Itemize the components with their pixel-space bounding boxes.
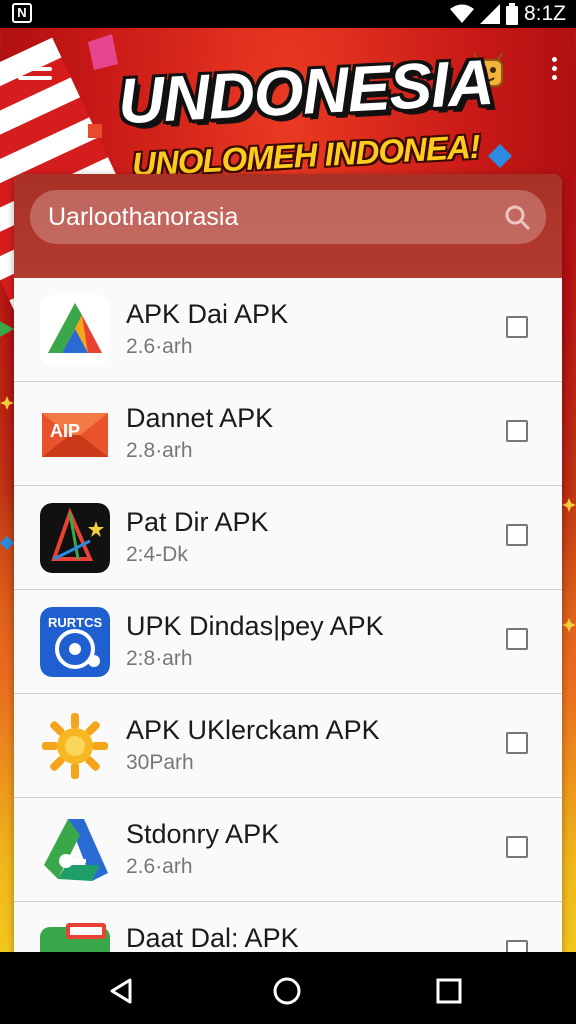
notification-icon: N xyxy=(12,3,32,23)
menu-icon[interactable] xyxy=(18,54,52,84)
select-checkbox[interactable] xyxy=(506,732,528,754)
app-name: APK Dai APK xyxy=(126,299,289,329)
select-checkbox[interactable] xyxy=(506,420,528,442)
list-item[interactable]: Daat Dal: APK xyxy=(14,902,562,954)
drive-key-icon xyxy=(44,819,108,881)
app-name: Pat Dir APK xyxy=(126,507,269,537)
battery-icon xyxy=(505,3,518,25)
app-size: 2.8·arh xyxy=(126,439,193,462)
sun-gear-icon xyxy=(42,713,108,779)
confetti-decoration xyxy=(488,144,512,168)
home-icon[interactable] xyxy=(272,976,302,1006)
search-input-value: Uarloothanorasia xyxy=(48,203,239,231)
svg-text:AIP: AIP xyxy=(50,421,80,441)
app-name: Daat Dal: APK xyxy=(126,923,299,953)
card-icon xyxy=(40,923,110,954)
app-size: 2.6·arh xyxy=(126,335,193,358)
app-name: APK UKlerckam APK xyxy=(126,715,380,745)
wifi-icon xyxy=(449,4,474,23)
confetti-decoration xyxy=(562,618,576,632)
recents-icon[interactable] xyxy=(434,976,464,1006)
more-options-icon[interactable] xyxy=(548,54,560,84)
select-checkbox[interactable] xyxy=(506,316,528,338)
select-checkbox[interactable] xyxy=(506,628,528,650)
list-item[interactable]: AIP Dannet APK 2.8·arh xyxy=(14,382,562,486)
svg-text:RURTCS: RURTCS xyxy=(48,615,102,630)
list-item[interactable]: APK Dai APK 2.6·arh xyxy=(14,278,562,382)
hero-title: UNDONESIA xyxy=(116,45,495,138)
app-size: 2.6·arh xyxy=(126,855,193,878)
app-name: Stdonry APK xyxy=(126,819,280,849)
list-item[interactable]: RURTCS UPK Dindas|pey APK 2:8·arh xyxy=(14,590,562,694)
app-list: APK Dai APK 2.6·arh AIP Dannet APK 2.8·a… xyxy=(14,278,562,954)
list-item[interactable]: APK UKlerckam APK 30Parh xyxy=(14,694,562,798)
app-name: Dannet APK xyxy=(126,403,274,433)
status-right: 8:1Z xyxy=(449,2,566,26)
triangle-drive-icon xyxy=(40,295,110,365)
confetti-decoration xyxy=(562,498,576,512)
status-bar: N 8:1Z xyxy=(0,0,576,28)
list-item[interactable]: Stdonry APK 2.6·arh xyxy=(14,798,562,902)
search-bar: Uarloothanorasia xyxy=(14,174,562,278)
confetti-decoration xyxy=(0,536,14,550)
confetti-decoration xyxy=(0,321,14,337)
confetti-decoration xyxy=(0,396,14,410)
confetti-decoration xyxy=(88,124,102,138)
signal-icon xyxy=(479,4,500,24)
search-input[interactable]: Uarloothanorasia xyxy=(30,190,546,244)
app-size: 2:8·arh xyxy=(126,647,193,670)
list-item[interactable]: Pat Dir APK 2:4-Dk xyxy=(14,486,562,590)
navigation-bar xyxy=(0,952,576,1024)
select-checkbox[interactable] xyxy=(506,836,528,858)
aip-mail-icon: AIP xyxy=(42,413,108,457)
search-icon[interactable] xyxy=(504,204,530,230)
app-list-panel: Uarloothanorasia APK Dai APK 2.6·arh AIP… xyxy=(14,174,562,954)
app-size: 30Parh xyxy=(126,751,194,774)
rurtcs-icon: RURTCS xyxy=(40,607,110,677)
app-name: UPK Dindas|pey APK xyxy=(126,611,384,641)
app-size: 2:4-Dk xyxy=(126,543,188,566)
select-checkbox[interactable] xyxy=(506,524,528,546)
back-icon[interactable] xyxy=(106,976,136,1006)
status-time: 8:1Z xyxy=(523,2,566,25)
triangle-star-icon xyxy=(40,503,110,573)
confetti-decoration xyxy=(88,34,118,70)
